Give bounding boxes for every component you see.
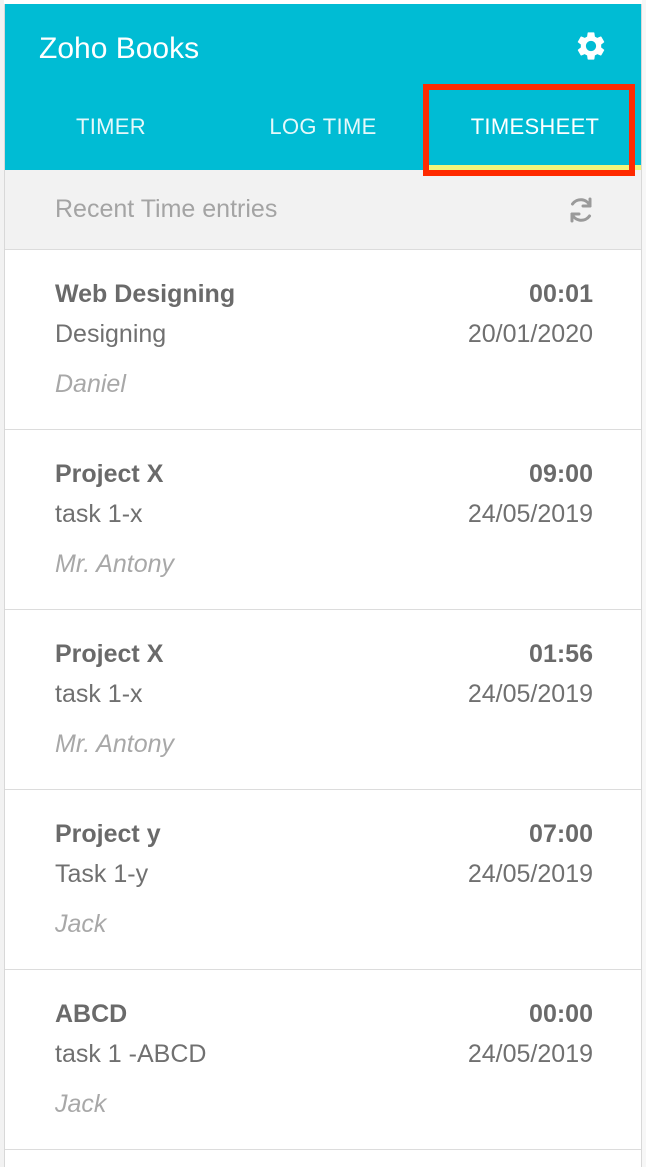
tab-bar: TIMER LOG TIME TIMESHEET xyxy=(5,90,641,170)
recent-entries-header: Recent Time entries xyxy=(5,170,641,250)
entry-date: 24/05/2019 xyxy=(467,860,593,888)
zoho-books-popup: Zoho Books TIMER LOG TIME TIMESHEET Rece… xyxy=(4,4,642,1167)
background-edge-right xyxy=(642,0,646,1167)
refresh-icon xyxy=(570,197,592,223)
tab-log-time[interactable]: LOG TIME xyxy=(217,90,429,170)
refresh-button[interactable] xyxy=(565,194,597,226)
entry-project: Project y xyxy=(55,820,161,848)
app-header: Zoho Books TIMER LOG TIME TIMESHEET xyxy=(5,4,641,170)
entry-project: ABCD xyxy=(55,1000,128,1028)
time-entry-row[interactable]: Web Designing 00:01 Designing 20/01/2020… xyxy=(5,250,641,430)
entry-user: Jack xyxy=(55,910,107,938)
entry-user: Daniel xyxy=(55,370,126,398)
entry-user: Jack xyxy=(55,1090,107,1118)
time-entry-row[interactable]: Project y 07:00 Task 1-y 24/05/2019 Jack xyxy=(5,790,641,970)
entry-user: Mr. Antony xyxy=(55,550,175,578)
entry-task: task 1 -ABCD xyxy=(55,1040,207,1068)
section-title: Recent Time entries xyxy=(55,195,278,223)
tab-timesheet[interactable]: TIMESHEET xyxy=(429,90,641,170)
time-entry-row[interactable]: Project X 09:00 task 1-x 24/05/2019 Mr. … xyxy=(5,430,641,610)
entry-user: Mr. Antony xyxy=(55,730,175,758)
gear-icon xyxy=(577,32,605,60)
settings-button[interactable] xyxy=(571,26,611,66)
entry-project: Project X xyxy=(55,460,164,488)
entry-task: Designing xyxy=(55,320,167,348)
time-entry-row[interactable]: Project X 01:56 task 1-x 24/05/2019 Mr. … xyxy=(5,610,641,790)
entry-duration: 00:00 xyxy=(529,1000,593,1028)
entry-task: task 1-x xyxy=(55,680,143,708)
time-entry-row[interactable]: ABCD 00:00 task 1 -ABCD 24/05/2019 Jack xyxy=(5,970,641,1150)
entry-task: Task 1-y xyxy=(55,860,149,888)
entry-duration: 09:00 xyxy=(529,460,593,488)
entry-date: 20/01/2020 xyxy=(467,320,593,348)
entry-project: Web Designing xyxy=(55,280,236,308)
tab-timer[interactable]: TIMER xyxy=(5,90,217,170)
entry-date: 24/05/2019 xyxy=(467,500,593,528)
entry-task: task 1-x xyxy=(55,500,143,528)
entry-duration: 01:56 xyxy=(529,640,593,668)
entry-date: 24/05/2019 xyxy=(467,1040,593,1068)
entry-duration: 00:01 xyxy=(529,280,593,308)
time-entries-list: Web Designing 00:01 Designing 20/01/2020… xyxy=(5,250,641,1150)
entry-date: 24/05/2019 xyxy=(467,680,593,708)
app-title: Zoho Books xyxy=(39,32,200,65)
entry-duration: 07:00 xyxy=(529,820,593,848)
entry-project: Project X xyxy=(55,640,164,668)
